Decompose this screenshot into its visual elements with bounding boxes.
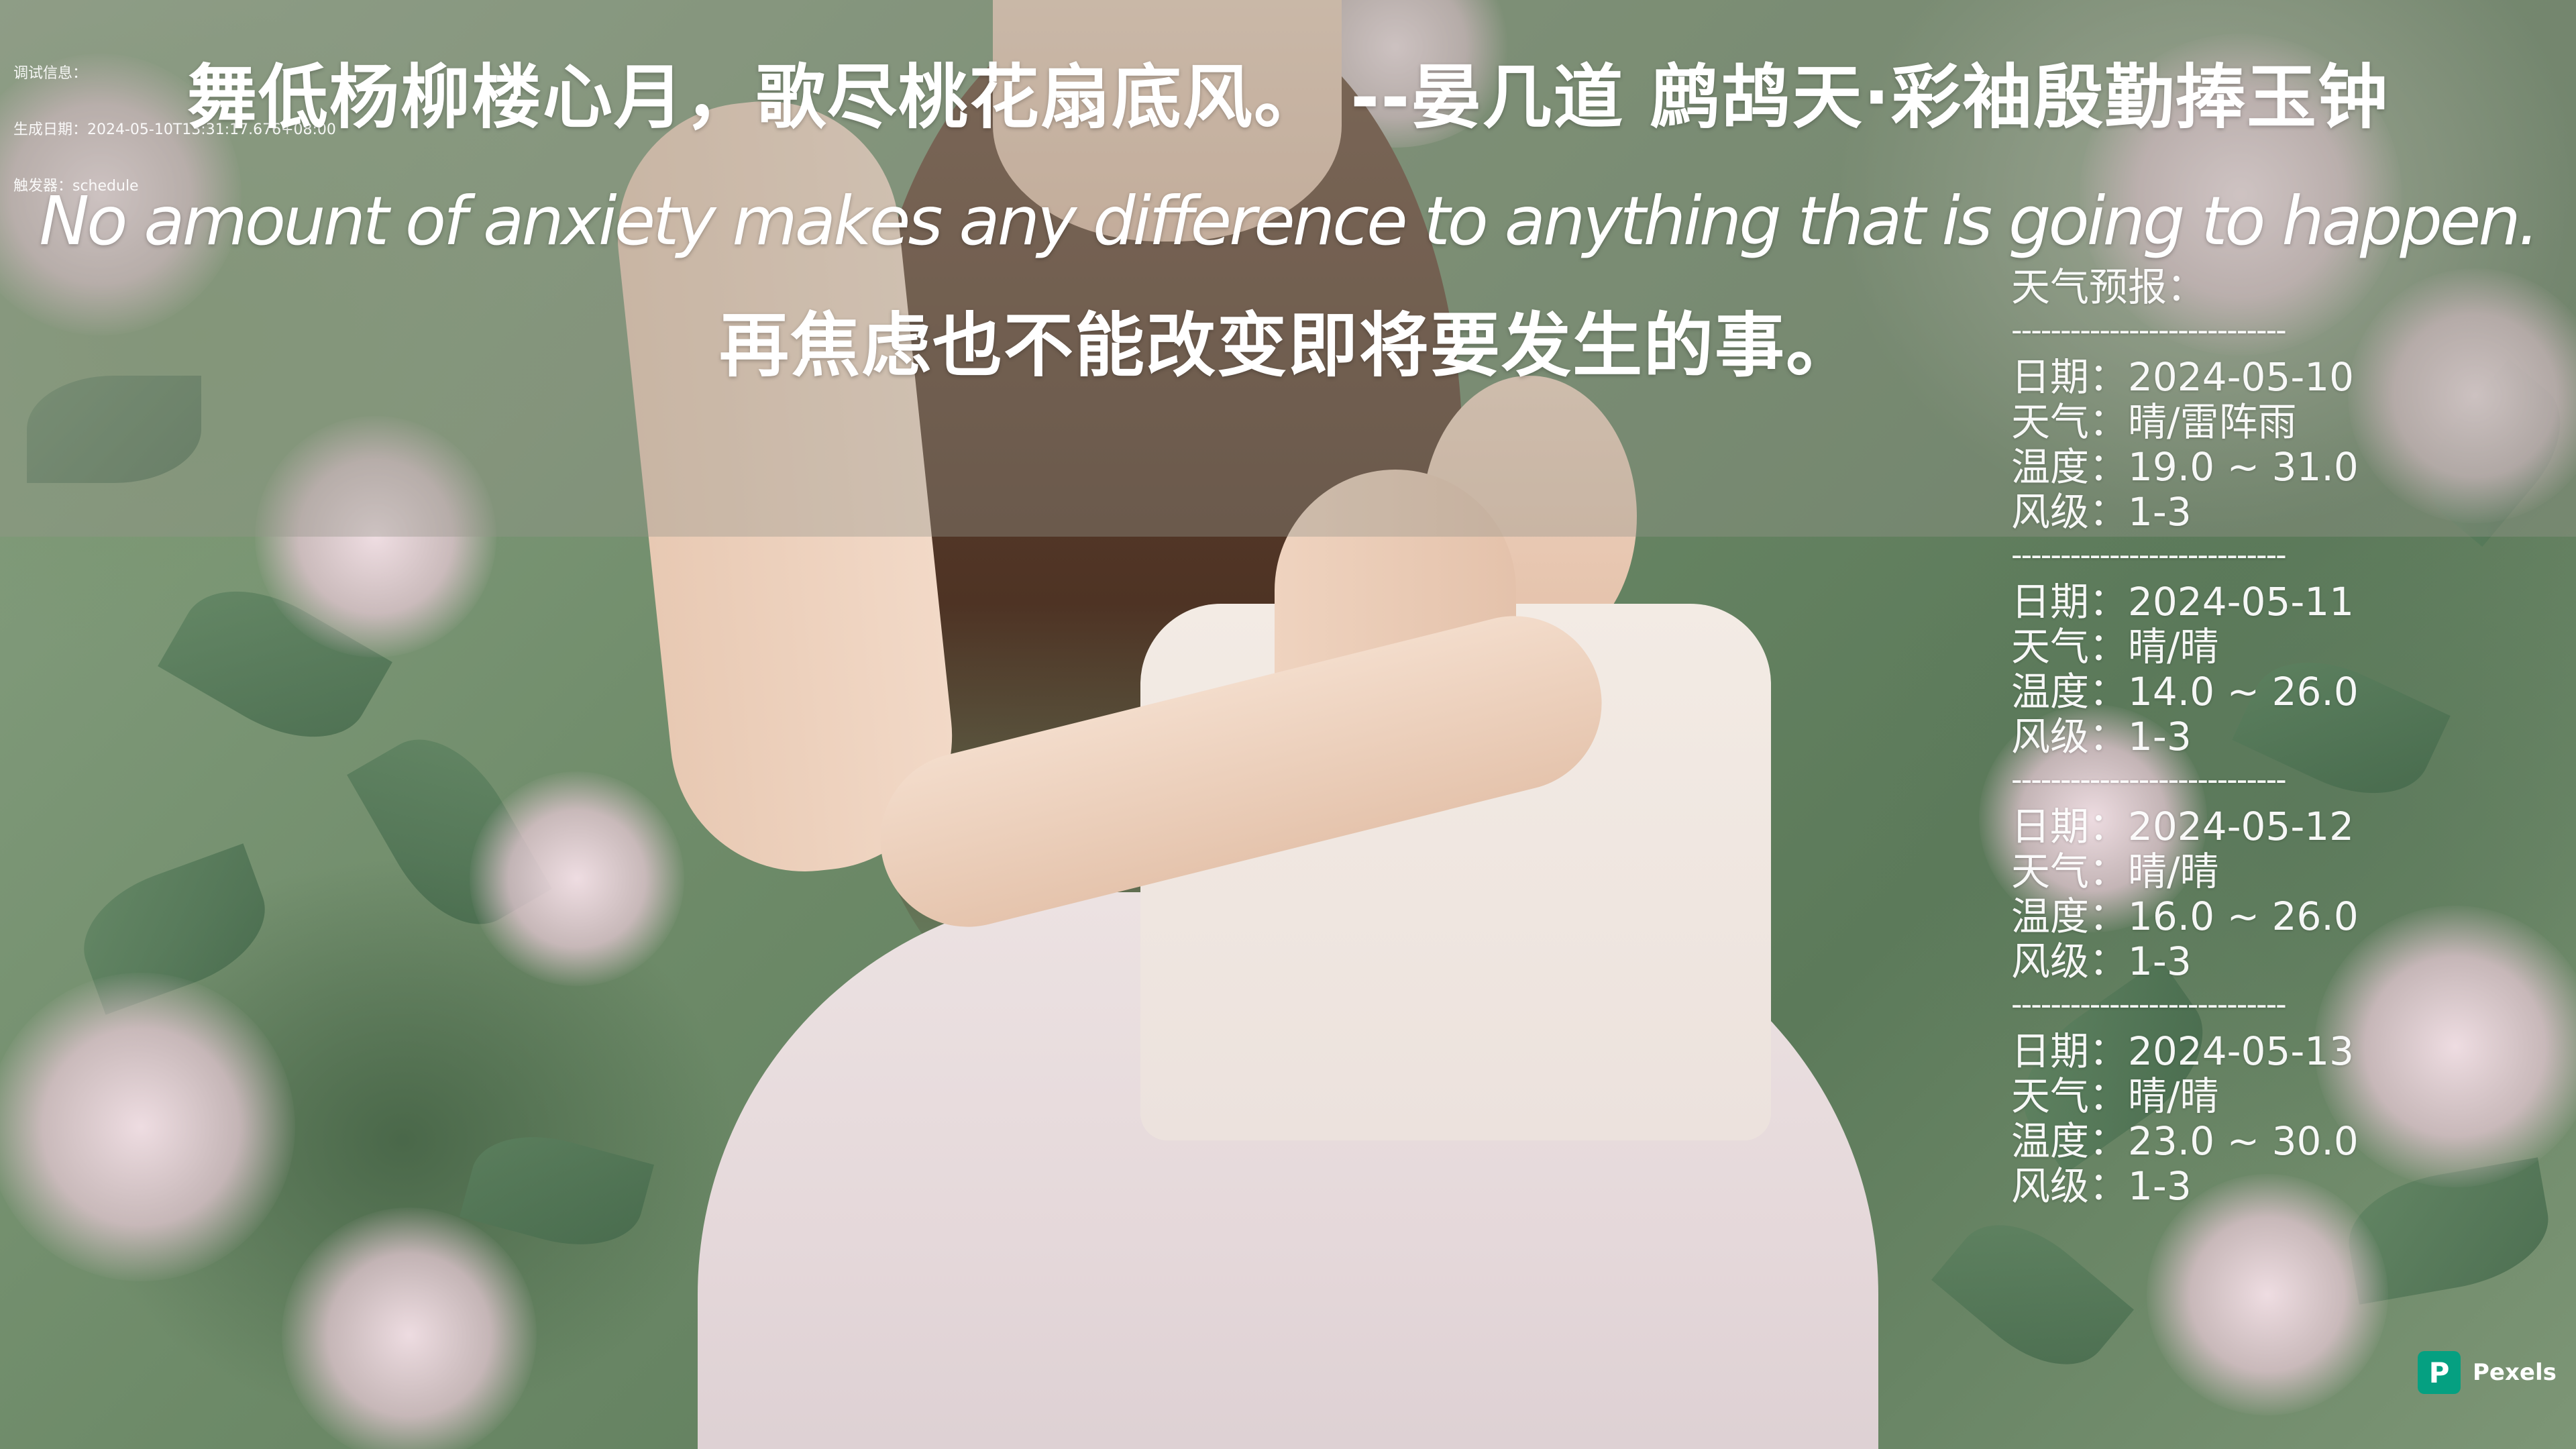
forecast-date: 日期：2024-05-11	[2011, 580, 2355, 625]
pexels-logo-icon: P	[2418, 1351, 2461, 1394]
forecast-wind: 风级：1-3	[2011, 714, 2192, 759]
pexels-watermark: P Pexels	[2418, 1351, 2557, 1394]
forecast-temperature: 温度：14.0 ~ 26.0	[2011, 669, 2359, 714]
forecast-temperature: 温度：23.0 ~ 30.0	[2011, 1119, 2359, 1164]
forecast-date: 日期：2024-05-10	[2011, 355, 2355, 400]
weather-separator: ----------------------------	[2011, 312, 2287, 348]
forecast-condition: 天气：晴/雷阵雨	[2011, 400, 2297, 445]
forecast-day: 日期：2024-05-10 天气：晴/雷阵雨 温度：19.0 ~ 31.0 风级…	[2011, 355, 2440, 535]
weather-forecast: 天气预报： ---------------------------- 日期：20…	[2011, 265, 2440, 1209]
forecast-wind: 风级：1-3	[2011, 939, 2192, 984]
weather-separator: ----------------------------	[2011, 537, 2287, 573]
forecast-wind: 风级：1-3	[2011, 1164, 2192, 1209]
forecast-day: 日期：2024-05-13 天气：晴/晴 温度：23.0 ~ 30.0 风级：1…	[2011, 1029, 2440, 1209]
forecast-temperature: 温度：16.0 ~ 26.0	[2011, 894, 2359, 939]
weather-separator: ----------------------------	[2011, 986, 2287, 1022]
forecast-wind: 风级：1-3	[2011, 490, 2192, 535]
forecast-condition: 天气：晴/晴	[2011, 625, 2219, 669]
weather-separator: ----------------------------	[2011, 761, 2287, 798]
forecast-temperature: 温度：19.0 ~ 31.0	[2011, 445, 2359, 490]
forecast-day: 日期：2024-05-12 天气：晴/晴 温度：16.0 ~ 26.0 风级：1…	[2011, 804, 2440, 984]
pexels-brand-label: Pexels	[2473, 1359, 2557, 1386]
weather-title: 天气预报：	[2011, 265, 2206, 310]
forecast-date: 日期：2024-05-12	[2011, 804, 2355, 849]
poem-line: 舞低杨柳楼心月，歌尽桃花扇底风。 --晏几道 鹧鸪天·彩袖殷勤捧玉钟	[186, 56, 2390, 138]
forecast-condition: 天气：晴/晴	[2011, 1074, 2219, 1119]
forecast-day: 日期：2024-05-11 天气：晴/晴 温度：14.0 ~ 26.0 风级：1…	[2011, 580, 2440, 759]
forecast-condition: 天气：晴/晴	[2011, 849, 2219, 894]
forecast-date: 日期：2024-05-13	[2011, 1029, 2355, 1074]
